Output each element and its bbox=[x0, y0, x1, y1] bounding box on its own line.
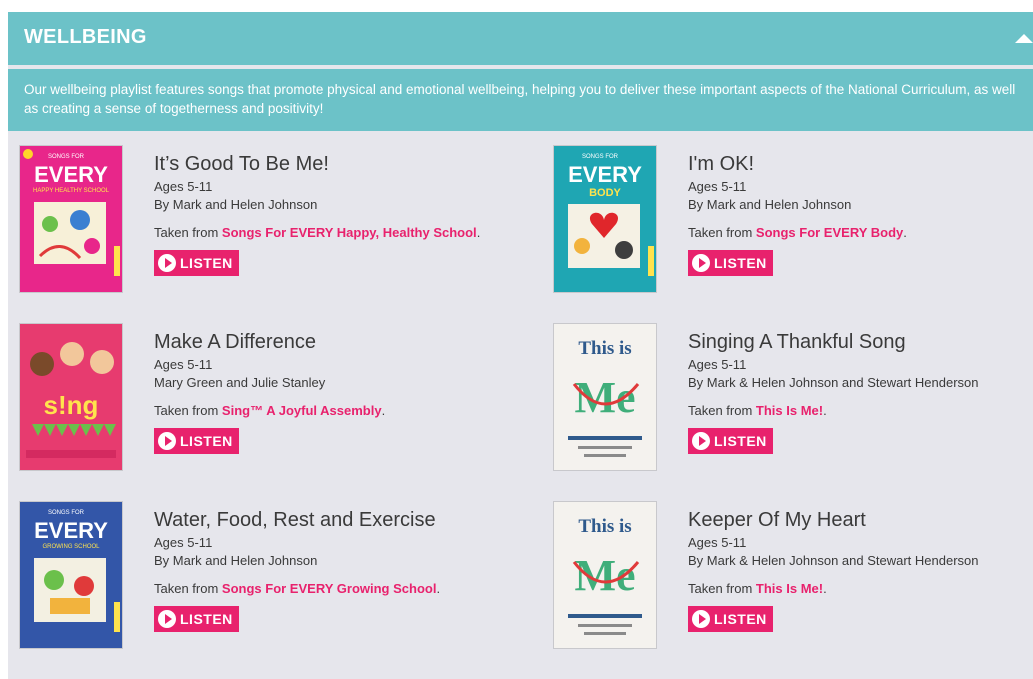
song-ages: Ages 5-11 bbox=[688, 535, 747, 550]
svg-text:SONGS FOR: SONGS FOR bbox=[48, 510, 85, 516]
song-source: Taken from This Is Me!. bbox=[688, 403, 827, 418]
album-cover[interactable]: s!ng bbox=[20, 324, 122, 470]
song-title: It’s Good To Be Me! bbox=[154, 153, 329, 175]
song-ages: Ages 5-11 bbox=[154, 179, 213, 194]
source-link[interactable]: Sing™ A Joyful Assembly bbox=[222, 403, 382, 418]
listen-button[interactable]: LISTEN bbox=[154, 606, 239, 632]
play-icon bbox=[692, 254, 710, 272]
svg-text:EVERY: EVERY bbox=[34, 162, 108, 187]
song-item: SONGS FOR EVERY HAPPY HEALTHY SCHOOL It’… bbox=[16, 146, 516, 316]
song-authors: By Mark and Helen Johnson bbox=[154, 197, 318, 212]
song-ages: Ages 5-11 bbox=[688, 179, 747, 194]
song-item: This is Me Keeper Of My Heart Ages 5-11 … bbox=[550, 502, 1033, 672]
song-item: SONGS FOR EVERY GROWING SCHOOL Water, Fo… bbox=[16, 502, 516, 672]
song-authors: By Mark and Helen Johnson bbox=[154, 553, 318, 568]
album-cover[interactable]: SONGS FOR EVERY BODY bbox=[554, 146, 656, 292]
play-icon bbox=[158, 254, 176, 272]
svg-text:s!ng: s!ng bbox=[44, 390, 99, 420]
source-link[interactable]: This Is Me! bbox=[756, 581, 823, 596]
svg-text:EVERY: EVERY bbox=[34, 518, 108, 543]
album-cover[interactable]: This is Me bbox=[554, 324, 656, 470]
song-source: Taken from Sing™ A Joyful Assembly. bbox=[154, 403, 386, 418]
listen-button[interactable]: LISTEN bbox=[154, 250, 239, 276]
song-ages: Ages 5-11 bbox=[688, 357, 747, 372]
song-source: Taken from This Is Me!. bbox=[688, 581, 827, 596]
svg-text:SONGS FOR: SONGS FOR bbox=[48, 154, 85, 160]
album-cover[interactable]: SONGS FOR EVERY HAPPY HEALTHY SCHOOL bbox=[20, 146, 122, 292]
album-cover[interactable]: SONGS FOR EVERY GROWING SCHOOL bbox=[20, 502, 122, 648]
svg-text:This is: This is bbox=[578, 516, 631, 537]
song-authors: By Mark and Helen Johnson bbox=[688, 197, 852, 212]
play-icon bbox=[692, 432, 710, 450]
album-cover[interactable]: This is Me bbox=[554, 502, 656, 648]
play-icon bbox=[158, 432, 176, 450]
source-link[interactable]: Songs For EVERY Happy, Healthy School bbox=[222, 225, 477, 240]
source-link[interactable]: Songs For EVERY Body bbox=[756, 225, 903, 240]
svg-text:HAPPY HEALTHY SCHOOL: HAPPY HEALTHY SCHOOL bbox=[33, 188, 110, 194]
song-title: Make A Difference bbox=[154, 331, 316, 353]
song-title: Keeper Of My Heart bbox=[688, 509, 866, 531]
song-source: Taken from Songs For EVERY Happy, Health… bbox=[154, 225, 481, 240]
svg-text:SONGS FOR: SONGS FOR bbox=[582, 154, 619, 160]
song-title: Water, Food, Rest and Exercise bbox=[154, 509, 436, 531]
song-source: Taken from Songs For EVERY Body. bbox=[688, 225, 907, 240]
song-authors: By Mark & Helen Johnson and Stewart Hend… bbox=[688, 553, 979, 568]
listen-button[interactable]: LISTEN bbox=[154, 428, 239, 454]
song-title: I'm OK! bbox=[688, 153, 755, 175]
section-title: WELLBEING bbox=[24, 26, 147, 48]
song-title: Singing A Thankful Song bbox=[688, 331, 906, 353]
song-source: Taken from Songs For EVERY Growing Schoo… bbox=[154, 581, 441, 596]
song-item: s!ng Make A Difference Ages 5-11 Mary Gr… bbox=[16, 324, 516, 494]
song-ages: Ages 5-11 bbox=[154, 535, 213, 550]
play-icon bbox=[692, 610, 710, 628]
collapse-arrow-icon[interactable] bbox=[1015, 34, 1033, 43]
section-intro: Our wellbeing playlist features songs th… bbox=[8, 69, 1033, 131]
listen-button[interactable]: LISTEN bbox=[688, 606, 773, 632]
section-header[interactable]: WELLBEING bbox=[8, 12, 1033, 65]
song-item: SONGS FOR EVERY BODY I'm OK! Ages 5-11 B… bbox=[550, 146, 1033, 316]
song-authors: By Mark & Helen Johnson and Stewart Hend… bbox=[688, 375, 979, 390]
svg-text:EVERY: EVERY bbox=[568, 162, 642, 187]
svg-text:GROWING SCHOOL: GROWING SCHOOL bbox=[42, 544, 100, 550]
listen-button[interactable]: LISTEN bbox=[688, 250, 773, 276]
source-link[interactable]: Songs For EVERY Growing School bbox=[222, 581, 437, 596]
source-link[interactable]: This Is Me! bbox=[756, 403, 823, 418]
svg-text:This is: This is bbox=[578, 338, 631, 359]
play-icon bbox=[158, 610, 176, 628]
svg-text:BODY: BODY bbox=[589, 187, 621, 199]
song-ages: Ages 5-11 bbox=[154, 357, 213, 372]
wellbeing-panel: WELLBEING Our wellbeing playlist feature… bbox=[8, 12, 1033, 679]
song-item: This is Me Singing A Thankful Song Ages … bbox=[550, 324, 1033, 494]
song-authors: Mary Green and Julie Stanley bbox=[154, 375, 326, 390]
listen-button[interactable]: LISTEN bbox=[688, 428, 773, 454]
